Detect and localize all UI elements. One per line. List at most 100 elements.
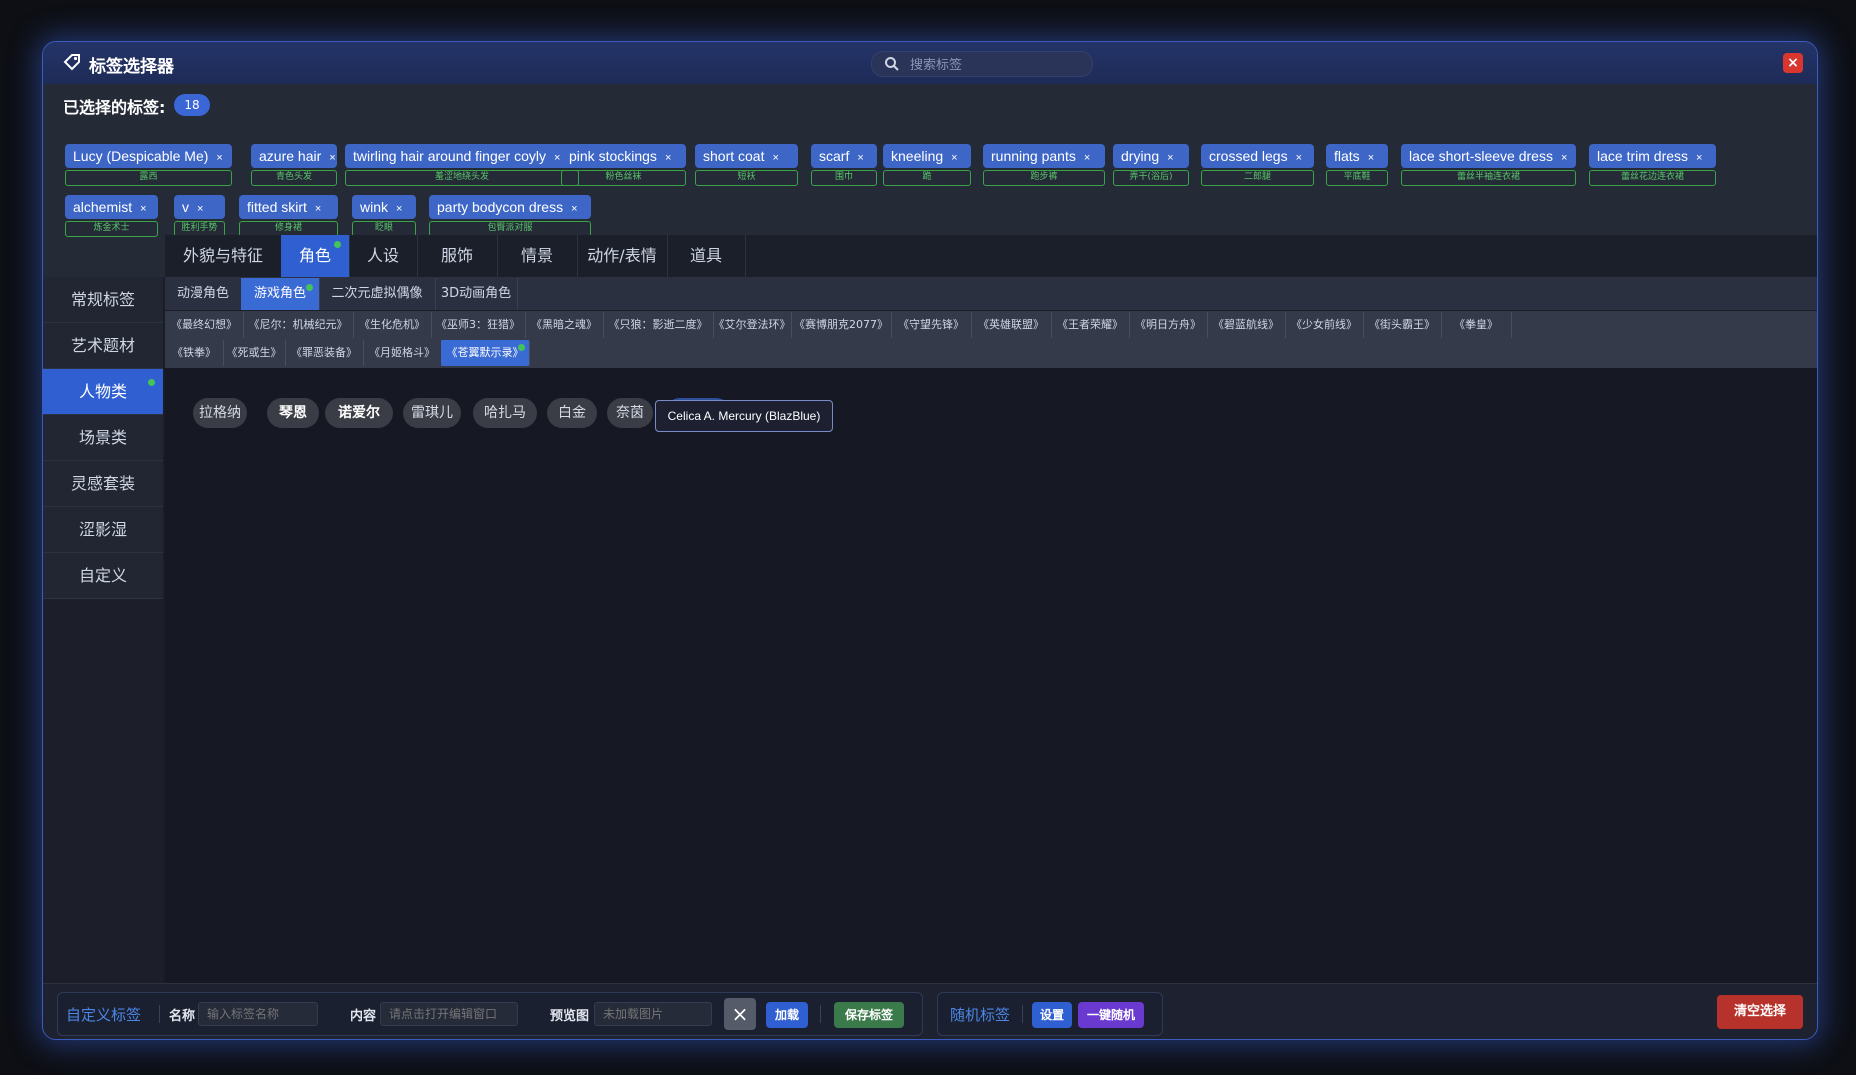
remove-tag-icon[interactable]: ×	[857, 152, 863, 164]
settings-button[interactable]: 设置	[1032, 1002, 1072, 1028]
tag-name-input[interactable]	[198, 1002, 318, 1026]
selected-tag-chip[interactable]: running pants ×	[983, 144, 1105, 168]
remove-tag-icon[interactable]: ×	[665, 152, 671, 164]
game-tab[interactable]: 《死或生》	[223, 340, 286, 366]
game-tab[interactable]: 《街头霸王》	[1363, 312, 1442, 338]
sidebar-item-custom[interactable]: 自定义	[43, 553, 163, 599]
tab-game-characters[interactable]: 游戏角色	[241, 278, 320, 310]
selected-tag-chip[interactable]: lace short-sleeve dress ×	[1401, 144, 1576, 168]
game-tab[interactable]: 《守望先锋》	[891, 312, 972, 338]
character-chip[interactable]: 雷琪儿	[403, 398, 461, 428]
selected-tag-chip[interactable]: twirling hair around finger coyly ×	[345, 144, 579, 168]
game-tab[interactable]: 《黑暗之魂》	[525, 312, 604, 338]
selected-tag-chip[interactable]: short coat ×	[695, 144, 798, 168]
remove-tag-icon[interactable]: ×	[329, 152, 335, 164]
tab-clothing[interactable]: 服饰	[417, 235, 498, 277]
remove-tag-icon[interactable]: ×	[315, 203, 321, 215]
selected-tag-chip[interactable]: alchemist ×	[65, 195, 158, 219]
selected-tag-chip[interactable]: lace trim dress ×	[1589, 144, 1716, 168]
remove-tag-icon[interactable]: ×	[951, 152, 957, 164]
selected-tag-chip[interactable]: wink ×	[352, 195, 416, 219]
tab-appearance[interactable]: 外貌与特征	[165, 235, 282, 277]
sidebar-item-characters[interactable]: 人物类	[43, 369, 163, 415]
selected-tag-chip[interactable]: fitted skirt ×	[239, 195, 338, 219]
character-chip[interactable]: 奈茵	[607, 398, 653, 428]
character-chip[interactable]: 拉格纳	[193, 398, 247, 428]
remove-tag-icon[interactable]: ×	[554, 152, 560, 164]
search-input[interactable]	[908, 54, 1082, 76]
game-tab[interactable]: 《最终幻想》	[165, 312, 244, 338]
character-chip[interactable]: 诺爱尔	[325, 398, 393, 428]
character-content-area	[165, 368, 1817, 1013]
remove-tag-icon[interactable]: ×	[1296, 152, 1302, 164]
separator	[159, 1005, 160, 1023]
game-tab[interactable]: 《明日方舟》	[1129, 312, 1208, 338]
save-tag-button[interactable]: 保存标签	[834, 1002, 904, 1028]
preview-image-input[interactable]	[594, 1002, 712, 1026]
character-chip[interactable]: 琴恩	[267, 398, 319, 428]
game-tab[interactable]: 《碧蓝航线》	[1207, 312, 1286, 338]
search-box[interactable]	[871, 51, 1093, 77]
game-tab[interactable]: 《艾尔登法环》	[713, 312, 792, 338]
game-tab[interactable]: 《拳皇》	[1441, 312, 1512, 338]
remove-tag-icon[interactable]: ×	[1561, 152, 1567, 164]
tag-content-input[interactable]	[380, 1002, 518, 1026]
remove-tag-icon[interactable]: ×	[396, 203, 402, 215]
sidebar-item-nsfw[interactable]: 涩影湿	[43, 507, 163, 553]
game-tab[interactable]: 《月姬格斗》	[363, 340, 442, 366]
remove-tag-icon[interactable]: ×	[1167, 152, 1173, 164]
selected-tag-chip[interactable]: pink stockings ×	[561, 144, 686, 168]
game-tab[interactable]: 《王者荣耀》	[1051, 312, 1130, 338]
remove-tag-icon[interactable]: ×	[772, 152, 778, 164]
search-icon	[885, 57, 899, 71]
selected-tag-name: alchemist	[73, 199, 133, 215]
sidebar-item-scenes[interactable]: 场景类	[43, 415, 163, 461]
selected-tag-chip[interactable]: v ×	[174, 195, 225, 219]
bottom-toolbar: 自定义标签 名称 内容 预览图 × 加载 保存标签 随机标签 设置 一键随机 清…	[43, 983, 1817, 1039]
game-tab-active[interactable]: 《苍翼默示录》	[441, 340, 530, 366]
remove-tag-icon[interactable]: ×	[571, 203, 577, 215]
tab-virtual-idols[interactable]: 二次元虚拟偶像	[319, 278, 436, 310]
remove-tag-icon[interactable]: ×	[197, 203, 203, 215]
remove-tag-icon[interactable]: ×	[1696, 152, 1702, 164]
clear-selection-button[interactable]: 清空选择	[1717, 995, 1803, 1029]
tab-persona[interactable]: 人设	[349, 235, 418, 277]
remove-tag-icon[interactable]: ×	[216, 152, 222, 164]
sidebar-item-general[interactable]: 常规标签	[43, 277, 163, 323]
selected-tag-chip[interactable]: Lucy (Despicable Me) ×	[65, 144, 232, 168]
sidebar-item-art[interactable]: 艺术题材	[43, 323, 163, 369]
game-tab[interactable]: 《只狼：影逝二度》	[603, 312, 714, 338]
clear-image-button[interactable]: ×	[724, 998, 756, 1030]
one-click-random-button[interactable]: 一键随机	[1078, 1002, 1144, 1028]
game-tab[interactable]: 《英雄联盟》	[971, 312, 1052, 338]
character-chip[interactable]: 哈扎马	[473, 398, 537, 428]
selected-tag-chip[interactable]: flats ×	[1326, 144, 1388, 168]
character-chip[interactable]: 白金	[547, 398, 597, 428]
selected-tag-chip[interactable]: party bodycon dress ×	[429, 195, 591, 219]
remove-tag-icon[interactable]: ×	[1084, 152, 1090, 164]
game-tab[interactable]: 《尼尔：机械纪元》	[243, 312, 354, 338]
tab-props[interactable]: 道具	[667, 235, 746, 277]
sidebar-item-inspiration[interactable]: 灵感套装	[43, 461, 163, 507]
tab-scenario[interactable]: 情景	[497, 235, 578, 277]
remove-tag-icon[interactable]: ×	[140, 203, 146, 215]
remove-tag-icon[interactable]: ×	[1368, 152, 1374, 164]
selected-tag-chip[interactable]: azure hair ×	[251, 144, 337, 168]
tab-actions[interactable]: 动作/表情	[577, 235, 668, 277]
selected-tag-chip[interactable]: drying ×	[1113, 144, 1189, 168]
game-tab[interactable]: 《铁拳》	[165, 340, 224, 366]
tab-roles[interactable]: 角色	[281, 235, 350, 277]
game-tab[interactable]: 《巫师3：狂猎》	[431, 312, 526, 338]
selected-tag-chip[interactable]: crossed legs ×	[1201, 144, 1314, 168]
close-button[interactable]: ×	[1783, 53, 1803, 73]
tab-anime-characters[interactable]: 动漫角色	[165, 278, 242, 310]
selected-tag: v × 胜利手势	[174, 195, 225, 237]
selected-tag-chip[interactable]: kneeling ×	[883, 144, 971, 168]
game-tab[interactable]: 《生化危机》	[353, 312, 432, 338]
selected-tag-chip[interactable]: scarf ×	[811, 144, 877, 168]
load-button[interactable]: 加载	[766, 1002, 808, 1028]
tab-3d-characters[interactable]: 3D动画角色	[435, 278, 518, 310]
game-tab[interactable]: 《赛博朋克2077》	[791, 312, 892, 338]
game-tab[interactable]: 《少女前线》	[1285, 312, 1364, 338]
game-tab[interactable]: 《罪恶装备》	[285, 340, 364, 366]
